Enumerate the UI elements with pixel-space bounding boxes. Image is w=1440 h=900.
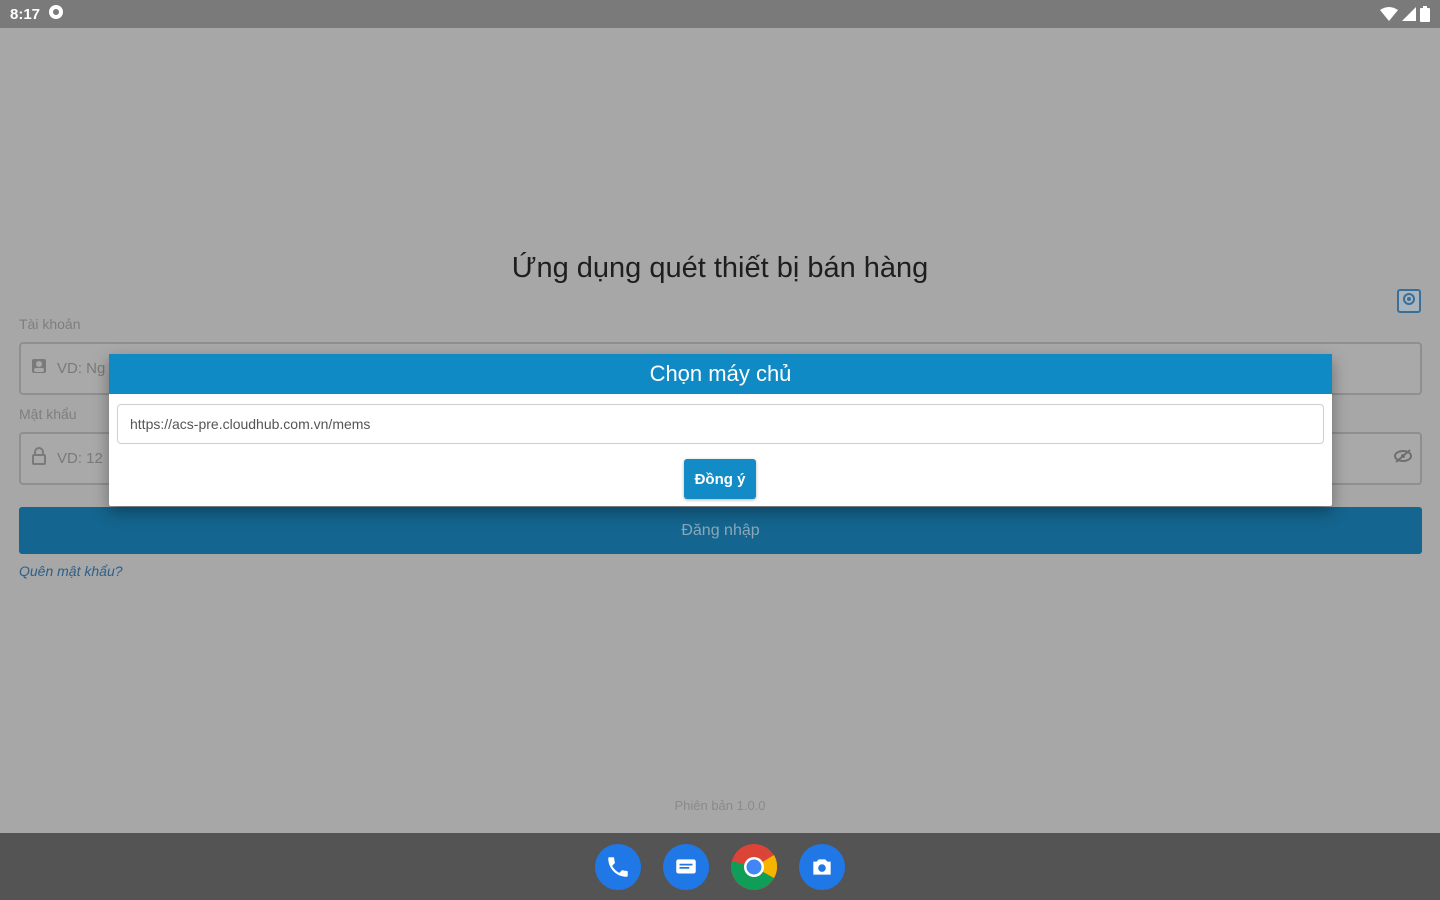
server-select-dialog: Chọn máy chủ Đồng ý: [109, 354, 1332, 506]
phone-icon[interactable]: [595, 843, 641, 890]
wifi-icon: [1380, 7, 1398, 21]
toggle-password-visibility-icon[interactable]: [1394, 449, 1412, 468]
gear-icon: [1402, 292, 1416, 311]
signal-icon: [1402, 7, 1416, 21]
status-right: [1380, 6, 1430, 22]
chrome-icon[interactable]: [731, 843, 777, 890]
account-label: Tài khoản: [19, 316, 81, 332]
password-label: Mật khẩu: [19, 406, 77, 422]
server-settings-button[interactable]: [1397, 289, 1421, 313]
status-time: 8:17: [10, 5, 41, 23]
lock-icon: [31, 447, 47, 470]
password-placeholder: VD: 12: [57, 450, 103, 467]
confirm-button[interactable]: Đồng ý: [684, 459, 756, 499]
account-placeholder: VD: Ng: [57, 360, 106, 377]
user-icon: [31, 358, 47, 379]
status-left: 8:17: [10, 4, 64, 24]
server-url-input[interactable]: [117, 404, 1324, 444]
forgot-password-link[interactable]: Quên mật khẩu?: [19, 563, 123, 579]
app-dock: [0, 833, 1440, 900]
status-bar: 8:17: [0, 0, 1440, 28]
notification-icon: [48, 4, 64, 24]
dialog-title: Chọn máy chủ: [109, 354, 1332, 394]
messages-icon[interactable]: [663, 843, 709, 890]
version-text: Phiên bản 1.0.0: [674, 798, 766, 813]
login-button[interactable]: Đăng nhập: [19, 507, 1422, 554]
camera-icon[interactable]: [799, 843, 845, 890]
page-title: Ứng dụng quét thiết bị bán hàng: [511, 252, 929, 284]
battery-icon: [1420, 6, 1430, 22]
